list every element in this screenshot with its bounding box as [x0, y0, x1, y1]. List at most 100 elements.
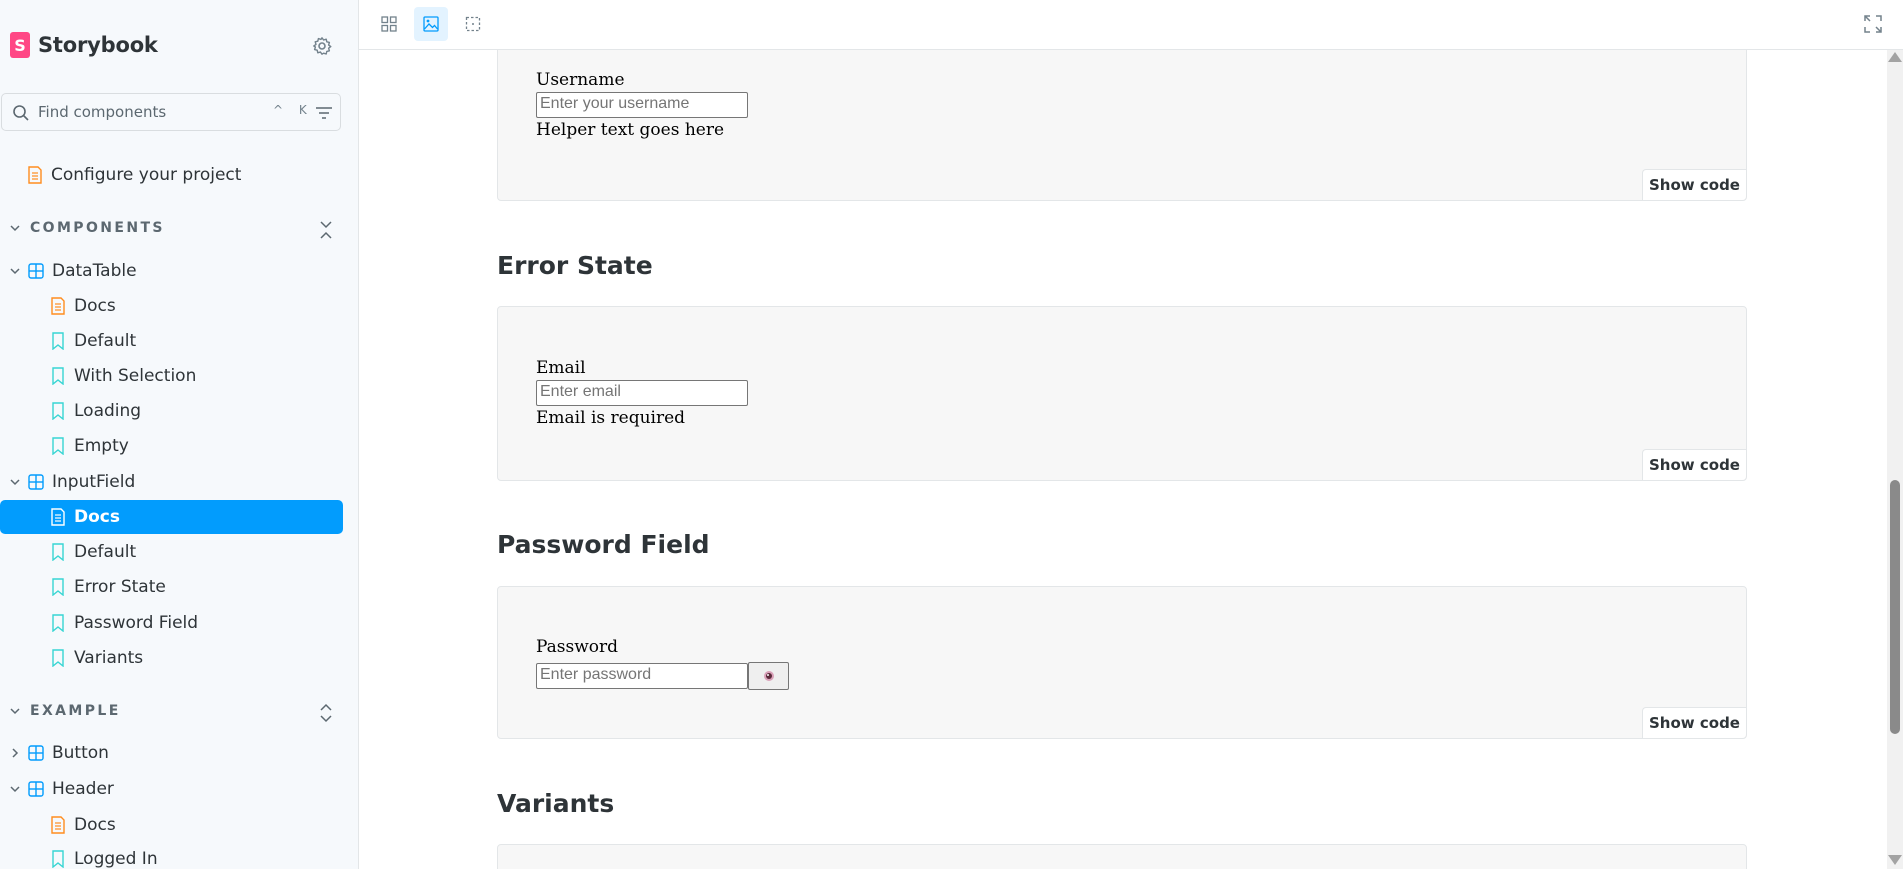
- document-icon: [28, 166, 42, 184]
- fullscreen-icon[interactable]: [1863, 14, 1883, 34]
- eye-icon: [763, 671, 774, 681]
- story-preview-variants: [497, 844, 1747, 869]
- show-code-button[interactable]: Show code: [1642, 169, 1746, 200]
- section-example[interactable]: EXAMPLE: [10, 703, 121, 719]
- bookmark-icon: [52, 367, 64, 385]
- show-code-button[interactable]: Show code: [1642, 449, 1746, 480]
- sidebar-item-label: Header: [52, 779, 114, 799]
- username-field[interactable]: Enter your username: [536, 92, 748, 118]
- sidebar-item-label: Error State: [74, 577, 166, 597]
- filter-icon[interactable]: [315, 105, 333, 121]
- show-code-button[interactable]: Show code: [1642, 707, 1746, 738]
- search-icon: [13, 105, 29, 121]
- chevron-down-icon: [10, 225, 20, 232]
- sidebar-item-label: Docs: [74, 296, 116, 316]
- bookmark-icon: [52, 437, 64, 455]
- search-input[interactable]: Find components ^ K: [1, 93, 341, 131]
- sidebar-item-label: Empty: [74, 436, 129, 456]
- sidebar-item-label: Docs: [74, 507, 120, 527]
- helper-text: Helper text goes here: [536, 120, 725, 140]
- document-icon: [51, 297, 65, 315]
- component-icon: [28, 745, 44, 761]
- sidebar-item-datatable-loading[interactable]: Loading: [50, 396, 141, 426]
- sidebar-item-label: Loading: [74, 401, 142, 421]
- component-icon: [28, 474, 44, 490]
- sidebar-item-inputfield[interactable]: InputField: [10, 467, 135, 497]
- field-label: Password: [536, 637, 619, 657]
- sidebar-item-inputfield-docs[interactable]: Docs: [50, 502, 120, 532]
- sidebar: S Storybook Find components ^ K Configur…: [0, 0, 359, 869]
- sidebar-item-datatable[interactable]: DataTable: [10, 256, 137, 286]
- bookmark-icon: [52, 578, 64, 596]
- component-icon: [28, 263, 44, 279]
- sidebar-item-label: Variants: [74, 648, 144, 668]
- scrollbar-thumb[interactable]: [1890, 480, 1900, 734]
- chevron-down-icon: [10, 708, 20, 715]
- bookmark-icon: [52, 614, 64, 632]
- sidebar-item-label: Logged In: [74, 849, 158, 869]
- sidebar-item-header-logged-in[interactable]: Logged In: [50, 844, 158, 869]
- sidebar-item-datatable-docs[interactable]: Docs: [50, 291, 116, 321]
- chevron-down-icon: [10, 479, 20, 486]
- story-preview-error-state: Email Enter email Email is required Show…: [497, 306, 1747, 481]
- brand[interactable]: S Storybook: [10, 32, 158, 58]
- sidebar-item-label: Default: [74, 542, 137, 562]
- sidebar-item-header[interactable]: Header: [10, 774, 114, 804]
- toolbar: [359, 0, 1903, 50]
- story-heading-password-field: Password Field: [497, 530, 710, 559]
- sidebar-item-configure[interactable]: Configure your project: [27, 160, 241, 190]
- sidebar-item-datatable-default[interactable]: Default: [50, 326, 136, 356]
- sidebar-item-label: InputField: [52, 472, 136, 492]
- email-field[interactable]: Enter email: [536, 380, 748, 406]
- search-placeholder: Find components: [38, 103, 167, 121]
- document-icon: [51, 816, 65, 834]
- sidebar-item-datatable-with-selection[interactable]: With Selection: [50, 361, 196, 391]
- section-label: EXAMPLE: [30, 703, 121, 719]
- sidebar-item-button[interactable]: Button: [10, 738, 109, 768]
- sidebar-item-inputfield-password-field[interactable]: Password Field: [50, 608, 198, 638]
- sidebar-item-datatable-empty[interactable]: Empty: [50, 431, 129, 461]
- sidebar-item-inputfield-default[interactable]: Default: [50, 537, 136, 567]
- chevron-right-icon: [12, 748, 19, 758]
- scrollbar-track[interactable]: [1887, 50, 1903, 869]
- collapse-all-icon[interactable]: [318, 220, 334, 240]
- sidebar-item-label: Button: [52, 743, 109, 763]
- bookmark-icon: [52, 649, 64, 667]
- chevron-down-icon: [10, 786, 20, 793]
- section-components[interactable]: COMPONENTS: [10, 220, 165, 236]
- scroll-down-icon[interactable]: [1888, 855, 1902, 865]
- sidebar-item-inputfield-error-state[interactable]: Error State: [50, 572, 166, 602]
- toggle-password-button[interactable]: [748, 662, 789, 690]
- image-icon[interactable]: [414, 7, 448, 41]
- sidebar-item-label: DataTable: [52, 261, 137, 281]
- component-icon: [28, 781, 44, 797]
- bookmark-icon: [52, 332, 64, 350]
- sidebar-item-label: Docs: [74, 815, 116, 835]
- search-shortcut: ^ K: [273, 103, 313, 117]
- grid-icon[interactable]: [372, 7, 406, 41]
- sidebar-item-header-docs[interactable]: Docs: [50, 810, 116, 840]
- scroll-up-icon[interactable]: [1888, 52, 1902, 62]
- sidebar-item-label: Configure your project: [51, 165, 242, 185]
- bookmark-icon: [52, 402, 64, 420]
- story-heading-error-state: Error State: [497, 251, 653, 280]
- document-icon: [51, 508, 65, 526]
- story-heading-variants: Variants: [497, 789, 615, 818]
- expand-all-icon[interactable]: [318, 703, 334, 723]
- sidebar-item-label: Password Field: [74, 613, 199, 633]
- bookmark-icon: [52, 543, 64, 561]
- story-preview-password-field: Password Enter password Show code: [497, 586, 1747, 739]
- sidebar-item-inputfield-variants[interactable]: Variants: [50, 643, 143, 673]
- docs-content: Username Enter your username Helper text…: [359, 50, 1887, 869]
- error-text: Email is required: [536, 408, 686, 428]
- storybook-logo: S: [10, 32, 30, 58]
- story-preview-default: Username Enter your username Helper text…: [497, 50, 1747, 201]
- password-field[interactable]: Enter password: [536, 663, 748, 689]
- field-label: Email: [536, 358, 586, 378]
- section-label: COMPONENTS: [30, 220, 165, 236]
- outline-icon[interactable]: [456, 7, 490, 41]
- sidebar-item-label: Default: [74, 331, 137, 351]
- gear-icon[interactable]: [312, 36, 332, 56]
- bookmark-icon: [52, 850, 64, 868]
- field-label: Username: [536, 70, 625, 90]
